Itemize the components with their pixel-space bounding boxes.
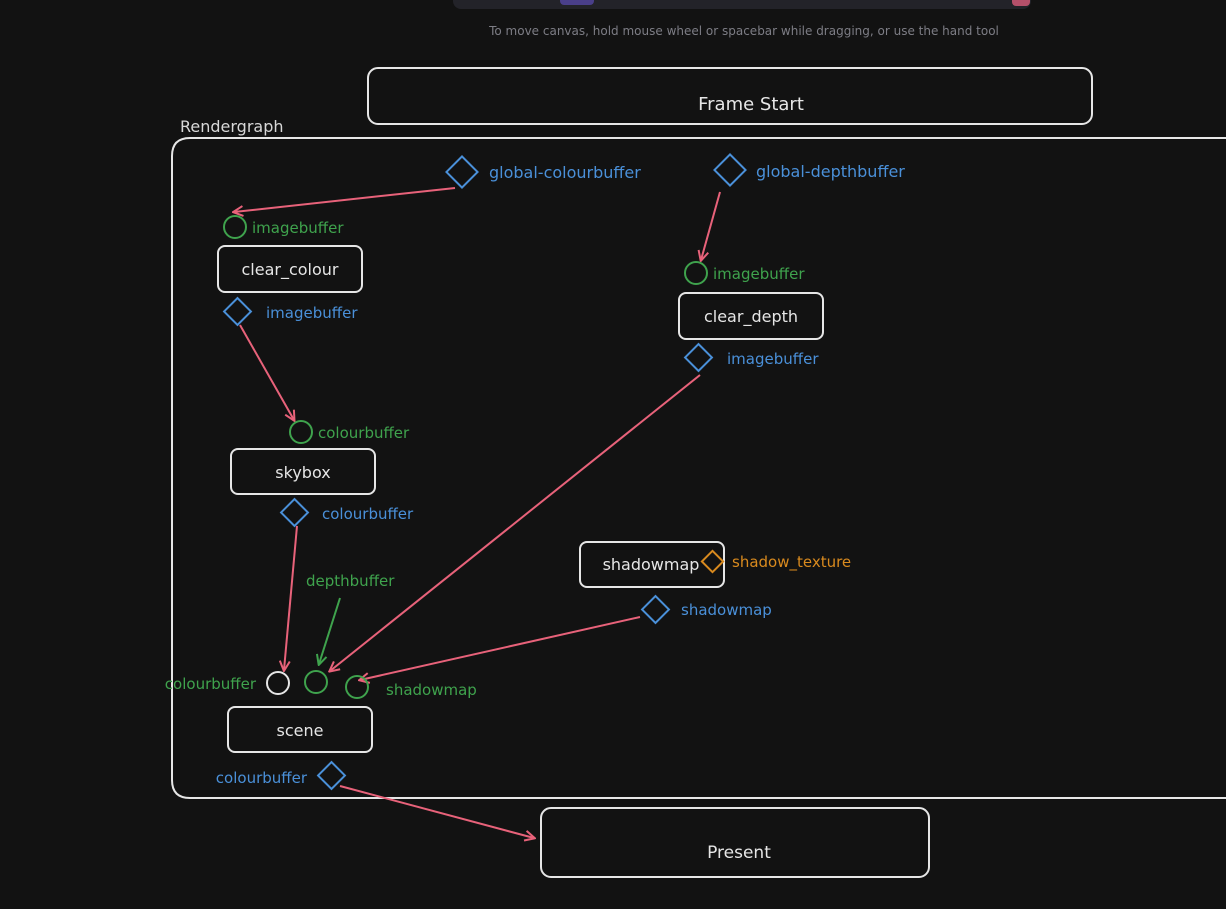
frame-start-node[interactable]: Frame Start (367, 67, 1093, 125)
edge-global-colour-to-clear-colour (234, 187, 456, 212)
output-port-icon (713, 153, 747, 187)
output-port-icon (683, 342, 714, 373)
scene-shadow-input-label: shadowmap (386, 681, 477, 699)
input-port-icon (289, 420, 313, 444)
clear-depth-node[interactable]: clear_depth (678, 292, 824, 340)
global-depthbuffer-resource[interactable]: global-depthbuffer (713, 153, 905, 187)
edge-global-depth-to-clear-depth (701, 191, 721, 260)
shadowmap-node[interactable]: shadowmap (579, 541, 725, 588)
output-port-icon (445, 155, 479, 189)
shadowmap-texture-label: shadow_texture (732, 553, 851, 572)
edge-clear-depth-to-scene (330, 374, 701, 671)
output-port-icon (279, 497, 310, 528)
skybox-input-label: colourbuffer (318, 424, 410, 442)
global-depthbuffer-label: global-depthbuffer (756, 162, 905, 181)
shadowmap-output-label: shadowmap (681, 601, 772, 619)
clear-depth-input-label: imagebuffer (713, 265, 805, 283)
clear-colour-node[interactable]: clear_colour (217, 245, 363, 293)
global-colourbuffer-resource[interactable]: global-colourbuffer (445, 155, 641, 189)
clear-colour-output-label: imagebuffer (266, 304, 358, 322)
scene-output-label: colourbuffer (216, 769, 308, 787)
clear-colour-input-label: imagebuffer (252, 219, 344, 237)
texture-port-icon (700, 549, 725, 574)
clear-depth-label: clear_depth (704, 307, 798, 327)
output-port-icon (222, 296, 253, 327)
scene-label: scene (277, 721, 324, 740)
rendergraph-title: Rendergraph (180, 117, 284, 136)
output-port-icon (316, 760, 347, 791)
present-label: Present (707, 843, 771, 863)
edge-clear-colour-to-skybox (239, 324, 294, 420)
edge-shadowmap-to-scene (360, 616, 641, 680)
input-port-icon (223, 215, 247, 239)
edge-skybox-to-scene (284, 525, 298, 670)
present-node[interactable]: Present (540, 807, 930, 878)
shadowmap-label: shadowmap (603, 555, 700, 574)
scene-node[interactable]: scene (227, 706, 373, 753)
frame-start-label: Frame Start (698, 94, 804, 115)
skybox-label: skybox (275, 463, 330, 482)
edge-scene-to-present (339, 785, 534, 838)
input-port-icon (266, 671, 290, 695)
output-port-icon (640, 594, 671, 625)
scene-colour-input-label: colourbuffer (165, 675, 257, 693)
input-port-icon (304, 670, 328, 694)
edge-depthbuffer-hint (319, 597, 341, 664)
clear-depth-output-label: imagebuffer (727, 350, 819, 368)
scene-depth-input-label: depthbuffer (306, 572, 395, 590)
input-port-icon (345, 675, 369, 699)
clear-colour-label: clear_colour (241, 260, 338, 280)
skybox-output-label: colourbuffer (322, 505, 414, 523)
input-port-icon (684, 261, 708, 285)
skybox-node[interactable]: skybox (230, 448, 376, 495)
diagram-canvas[interactable]: Frame Start Rendergraph global-colourbuf… (0, 0, 1226, 909)
global-colourbuffer-label: global-colourbuffer (489, 163, 641, 182)
